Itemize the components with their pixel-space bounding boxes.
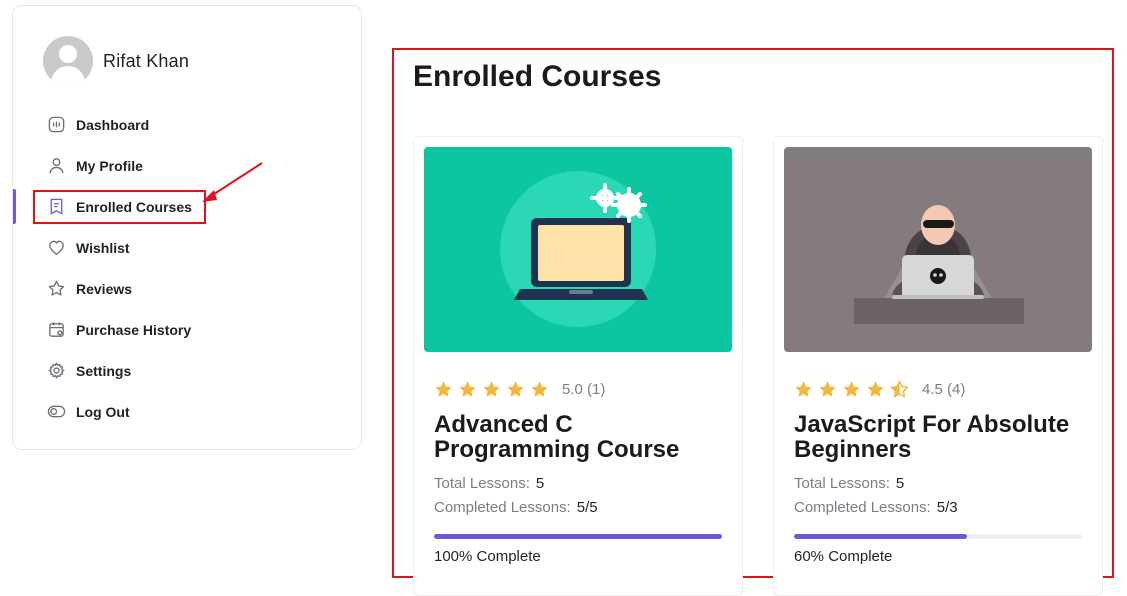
page-title: Enrolled Courses (413, 60, 662, 93)
course-rating: 4.5 (4) (794, 380, 965, 399)
star-filled-icon (459, 381, 476, 397)
sidebar-item-label: Dashboard (76, 116, 150, 133)
progress-fill (434, 534, 722, 539)
toggle-icon (46, 402, 66, 422)
course-title[interactable]: JavaScript For Absolute Beginners (794, 412, 1094, 462)
gear-icon (46, 361, 66, 381)
sidebar-nav: Dashboard My Profile Enrolled Courses Wi… (13, 104, 361, 432)
annotation-arrow (202, 162, 263, 202)
sidebar-item-reviews[interactable]: Reviews (13, 268, 361, 309)
progress-fill (794, 534, 967, 539)
book-icon (46, 197, 66, 217)
user-icon (46, 156, 66, 176)
completed-lessons: Completed Lessons: 5/5 (434, 499, 598, 516)
sidebar-item-log-out[interactable]: Log Out (13, 391, 361, 432)
star-filled-icon (795, 381, 812, 397)
progress-bar (434, 534, 722, 539)
dashboard-icon (46, 115, 66, 135)
total-lessons-value: 5 (895, 475, 905, 492)
completed-lessons-value: 5/5 (576, 499, 598, 516)
sidebar-item-dashboard[interactable]: Dashboard (13, 104, 361, 145)
total-lessons: Total Lessons: 5 (434, 475, 544, 492)
sidebar-item-label: My Profile (76, 157, 143, 174)
star-icon (46, 279, 66, 299)
total-lessons-value: 5 (535, 475, 545, 492)
course-rating: 5.0 (1) (434, 380, 605, 399)
total-lessons: Total Lessons: 5 (794, 475, 904, 492)
star-filled-icon (507, 381, 524, 397)
completed-lessons: Completed Lessons: 5/3 (794, 499, 958, 516)
sidebar-item-label: Purchase History (76, 321, 192, 338)
sidebar: Rifat Khan Dashboard My Profile Enrolled… (12, 5, 362, 450)
main-content: Enrolled Courses 5.0 (1) Advanced C Prog… (392, 48, 1114, 596)
rating-text: 4.5 (4) (922, 381, 966, 398)
rating-text: 5.0 (1) (562, 381, 606, 398)
course-thumbnail[interactable] (784, 147, 1092, 352)
calendar-icon (46, 320, 66, 340)
course-title[interactable]: Advanced C Programming Course (434, 412, 734, 462)
sidebar-item-label: Wishlist (76, 239, 130, 256)
progress-bar (794, 534, 1082, 539)
sidebar-item-label: Enrolled Courses (76, 198, 192, 215)
complete-text: 100% Complete (434, 548, 541, 565)
hacker-laptop-illustration (784, 147, 1092, 352)
user-profile[interactable]: Rifat Khan (43, 36, 189, 86)
total-lessons-label: Total Lessons: (794, 475, 890, 492)
sidebar-item-label: Log Out (76, 403, 130, 420)
sidebar-item-label: Reviews (76, 280, 133, 297)
course-card[interactable]: 5.0 (1) Advanced C Programming Course To… (413, 136, 743, 596)
laptop-gears-illustration (424, 147, 732, 352)
star-filled-icon (483, 381, 500, 397)
complete-text: 60% Complete (794, 548, 893, 565)
completed-lessons-label: Completed Lessons: (434, 499, 571, 516)
sidebar-item-my-profile[interactable]: My Profile (13, 145, 361, 186)
sidebar-item-label: Settings (76, 362, 132, 379)
avatar (43, 36, 93, 86)
star-filled-icon (531, 381, 548, 397)
completed-lessons-label: Completed Lessons: (794, 499, 931, 516)
star-filled-icon (843, 381, 860, 397)
heart-icon (46, 238, 66, 258)
star-half-icon (890, 380, 909, 398)
sidebar-item-settings[interactable]: Settings (13, 350, 361, 391)
star-filled-icon (435, 381, 452, 397)
star-filled-icon (819, 381, 836, 397)
sidebar-item-enrolled-courses[interactable]: Enrolled Courses (13, 186, 361, 227)
total-lessons-label: Total Lessons: (434, 475, 530, 492)
user-name: Rifat Khan (103, 50, 190, 71)
sidebar-item-purchase-history[interactable]: Purchase History (13, 309, 361, 350)
course-card[interactable]: 4.5 (4) JavaScript For Absolute Beginner… (773, 136, 1103, 596)
completed-lessons-value: 5/3 (936, 499, 958, 516)
sidebar-item-wishlist[interactable]: Wishlist (13, 227, 361, 268)
star-filled-icon (867, 381, 884, 397)
course-thumbnail[interactable] (424, 147, 732, 352)
